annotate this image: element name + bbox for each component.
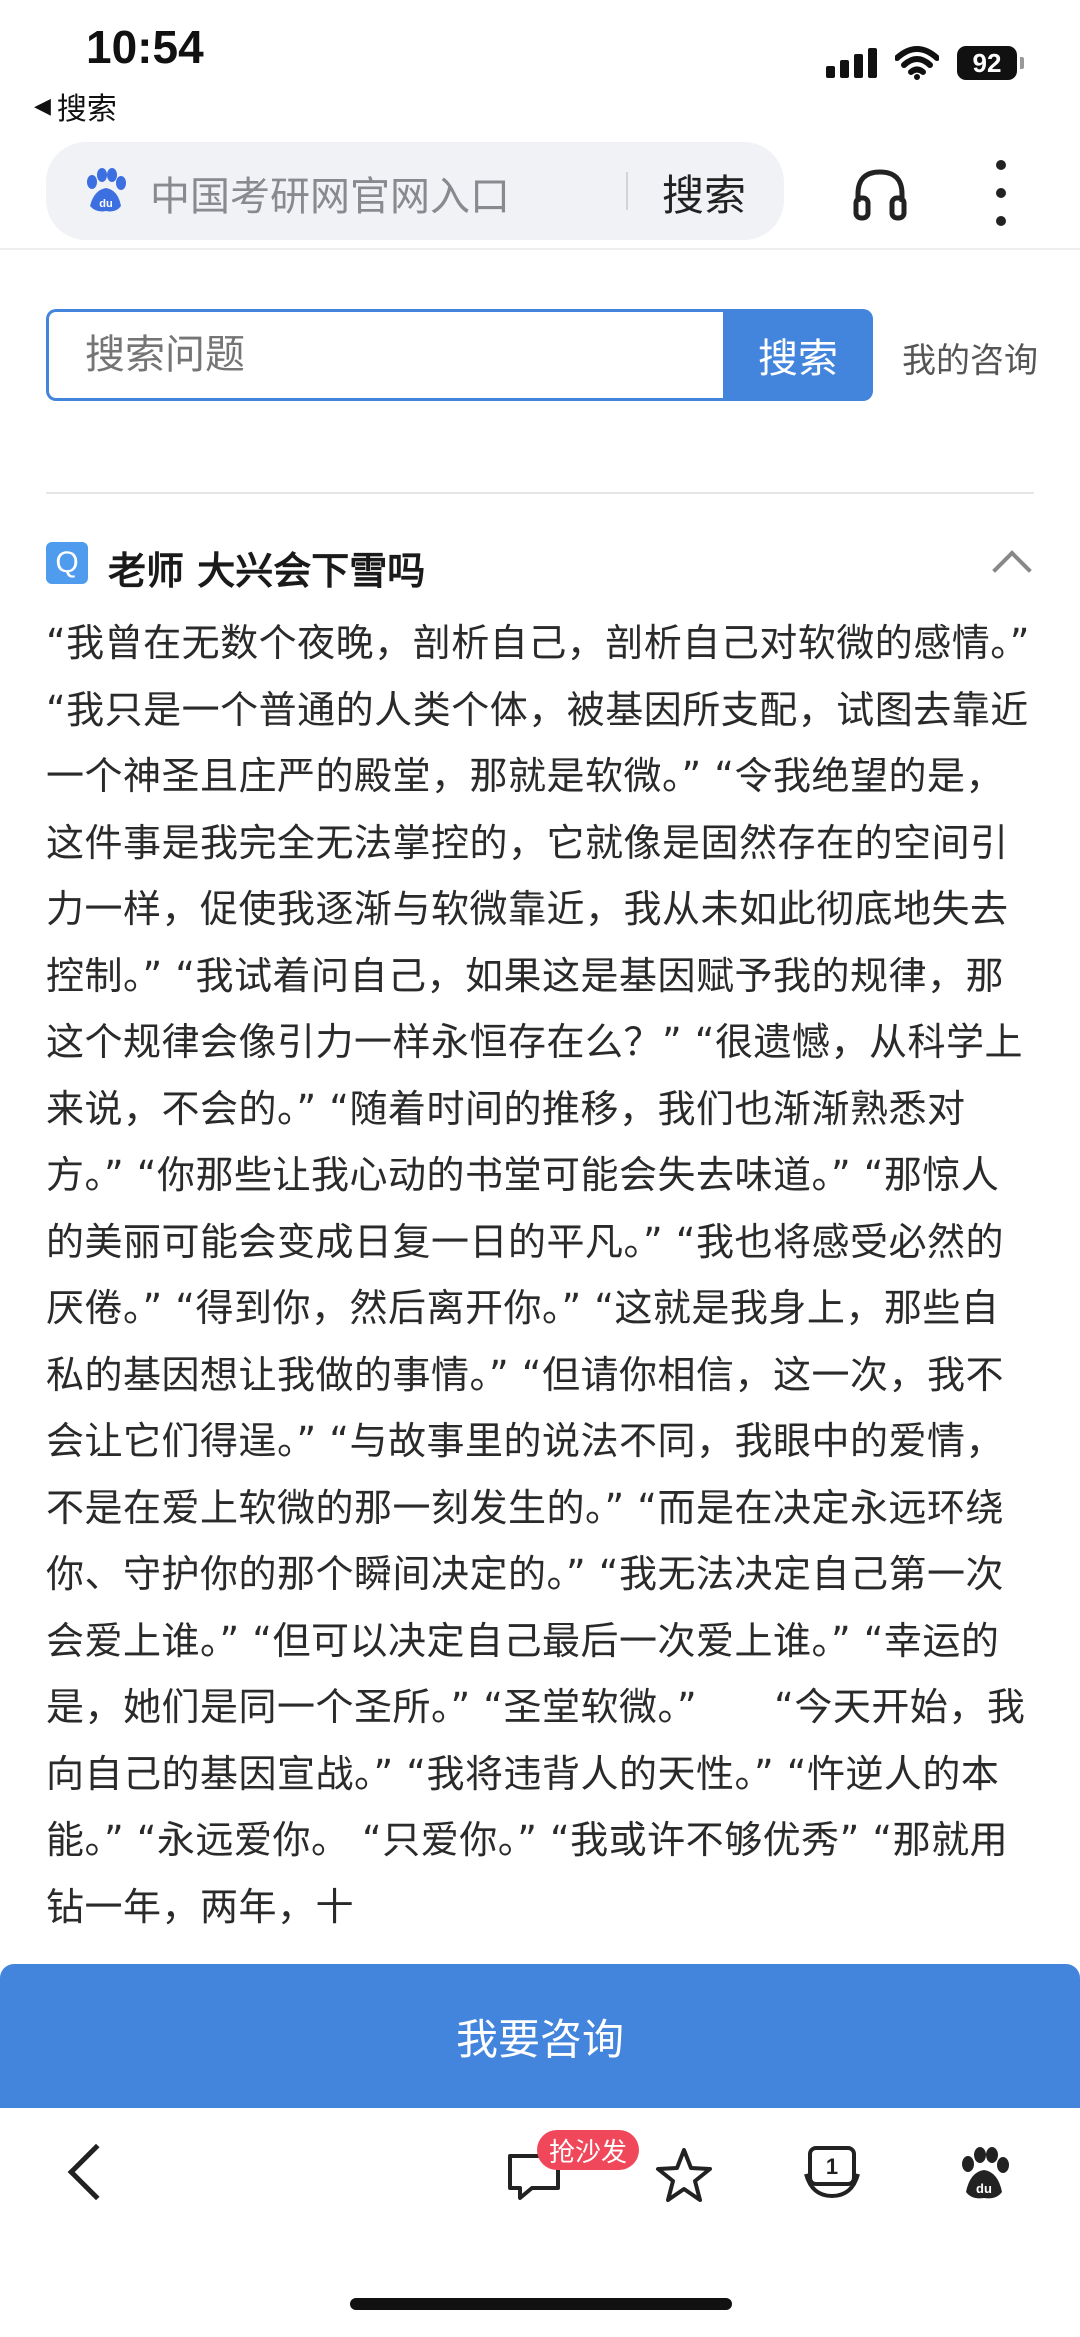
ask-search-button[interactable]: 搜索 (723, 309, 873, 401)
question-header[interactable]: Q 老师 大兴会下雪吗 (46, 540, 1034, 593)
my-consult-link[interactable]: 我的咨询 (902, 333, 1038, 382)
top-search-box[interactable]: du 中国考研网官网入口 搜索 (46, 142, 784, 240)
cellular-signal-icon (826, 48, 877, 78)
top-search-query: 中国考研网官网入口 (150, 174, 510, 220)
question-badge-icon: Q (46, 542, 88, 584)
ask-search-input[interactable] (46, 309, 726, 401)
tabs-icon[interactable]: 1 (802, 2144, 862, 2204)
back-to-app[interactable]: ◀ 搜索 (34, 84, 117, 128)
headphone-icon[interactable] (850, 164, 910, 224)
battery-icon: 92 (957, 46, 1024, 80)
back-triangle-icon: ◀ (34, 93, 51, 119)
top-bar: du 中国考研网官网入口 搜索 (0, 140, 1080, 250)
back-app-label: 搜索 (56, 92, 117, 127)
sofa-badge: 抢沙发 (537, 2130, 640, 2170)
search-divider (626, 172, 628, 210)
answer-container: “我曾在无数个夜晚，剖析自己，剖析自己对软微的感情。” “我只是一个普通的人类个… (46, 610, 1036, 1964)
ask-search-row: 搜索 我的咨询 (46, 309, 1046, 401)
question-title: 老师 大兴会下雪吗 (108, 549, 426, 593)
star-icon[interactable] (652, 2144, 716, 2208)
svg-text:du: du (976, 2181, 992, 2196)
consult-button[interactable]: 我要咨询 (0, 1964, 1080, 2108)
top-search-button[interactable]: 搜索 (662, 162, 746, 223)
status-bar: 10:54 ◀ 搜索 92 (0, 0, 1080, 130)
answer-text: “我曾在无数个夜晚，剖析自己，剖析自己对软微的感情。” “我只是一个普通的人类个… (46, 621, 1030, 1929)
baidu-home-icon[interactable]: du (954, 2144, 1014, 2204)
status-icons: 92 (826, 46, 1024, 80)
battery-level: 92 (957, 46, 1017, 80)
tabs-outline-icon: 1 (804, 2146, 860, 2199)
divider-line (46, 492, 1034, 494)
svg-text:1: 1 (826, 2154, 838, 2179)
chevron-up-icon[interactable] (992, 550, 1032, 590)
status-time: 10:54 (86, 21, 204, 73)
wifi-icon (895, 46, 939, 80)
bottom-nav: 抢沙发 1 du (0, 2108, 1080, 2337)
svg-text:du: du (99, 198, 112, 210)
back-arrow-icon[interactable] (67, 2143, 125, 2201)
home-indicator[interactable] (350, 2298, 732, 2310)
baidu-paw-icon: du (87, 168, 126, 212)
more-icon[interactable] (986, 160, 1016, 226)
